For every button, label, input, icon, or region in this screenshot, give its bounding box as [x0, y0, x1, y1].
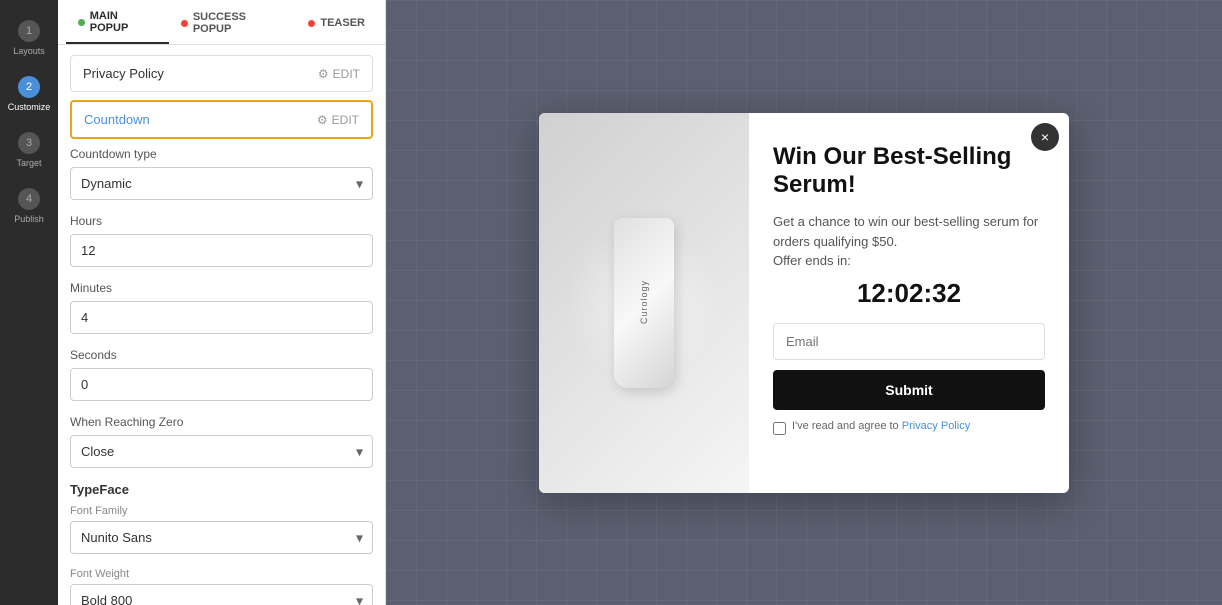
tab-success-popup[interactable]: SUCCESS POPUP [169, 0, 296, 44]
settings-panel: MAIN POPUP SUCCESS POPUP TEASER Privacy … [58, 0, 386, 605]
panel-content: Privacy Policy ⚙ EDIT Countdown ⚙ EDIT C… [58, 45, 385, 605]
countdown-edit-btn[interactable]: ⚙ EDIT [317, 113, 359, 127]
popup: × Curology Win Our Best-Selling Serum! G… [539, 113, 1069, 493]
minutes-label: Minutes [70, 281, 373, 295]
nav-label-layouts: Layouts [13, 46, 45, 56]
privacy-policy-label: Privacy Policy [83, 66, 164, 81]
typeface-section: TypeFace Font Family Nunito Sans Arial G… [70, 482, 373, 605]
tab-label-main: MAIN POPUP [90, 10, 157, 34]
when-reaching-zero-section: When Reaching Zero Close Reset Hide ▾ [70, 415, 373, 468]
minutes-input[interactable] [70, 301, 373, 334]
tab-bar: MAIN POPUP SUCCESS POPUP TEASER [58, 0, 385, 45]
countdown-type-select-wrapper: Dynamic Fixed Daily ▾ [70, 167, 373, 200]
nav-number-4: 4 [18, 188, 40, 210]
sidebar-nav: 1 Layouts 2 Customize 3 Target 4 Publish [0, 0, 58, 605]
hours-label: Hours [70, 214, 373, 228]
popup-privacy-checkbox[interactable] [773, 422, 786, 435]
sidebar-item-customize[interactable]: 2 Customize [0, 66, 58, 122]
list-item-countdown[interactable]: Countdown ⚙ EDIT [70, 100, 373, 139]
seconds-section: Seconds [70, 348, 373, 401]
tab-dot-teaser [308, 20, 315, 27]
nav-label-publish: Publish [14, 214, 44, 224]
typeface-heading: TypeFace [70, 482, 373, 497]
tab-teaser[interactable]: TEASER [296, 0, 377, 44]
font-family-select-wrapper: Nunito Sans Arial Georgia Roboto ▾ [70, 521, 373, 554]
when-reaching-zero-label: When Reaching Zero [70, 415, 373, 429]
sidebar-item-layouts[interactable]: 1 Layouts [0, 10, 58, 66]
sidebar-item-target[interactable]: 3 Target [0, 122, 58, 178]
popup-privacy-row: I've read and agree to Privacy Policy [773, 420, 1045, 435]
popup-content: Win Our Best-Selling Serum! Get a chance… [749, 113, 1069, 493]
seconds-input[interactable] [70, 368, 373, 401]
seconds-label: Seconds [70, 348, 373, 362]
font-weight-select[interactable]: Bold 800 Regular 400 Light 300 Bold 700 [70, 584, 373, 605]
hours-section: Hours [70, 214, 373, 267]
when-reaching-zero-select[interactable]: Close Reset Hide [70, 435, 373, 468]
minutes-section: Minutes [70, 281, 373, 334]
popup-offer-ends: Offer ends in: [773, 253, 1045, 268]
close-icon: × [1041, 129, 1049, 145]
font-weight-select-wrapper: Bold 800 Regular 400 Light 300 Bold 700 … [70, 584, 373, 605]
privacy-policy-edit-btn[interactable]: ⚙ EDIT [318, 67, 360, 81]
popup-privacy-text: I've read and agree to Privacy Policy [792, 420, 970, 432]
hours-input[interactable] [70, 234, 373, 267]
countdown-label: Countdown [84, 112, 150, 127]
tab-dot-main [78, 19, 85, 26]
popup-privacy-link[interactable]: Privacy Policy [902, 420, 970, 432]
popup-email-input[interactable] [773, 323, 1045, 360]
when-reaching-zero-select-wrapper: Close Reset Hide ▾ [70, 435, 373, 468]
tab-dot-success [181, 20, 188, 27]
tab-label-teaser: TEASER [320, 17, 365, 29]
font-family-section: Font Family Nunito Sans Arial Georgia Ro… [70, 505, 373, 554]
tab-main-popup[interactable]: MAIN POPUP [66, 0, 169, 44]
nav-label-target: Target [16, 158, 41, 168]
font-weight-label: Font Weight [70, 568, 373, 580]
font-weight-section: Font Weight Bold 800 Regular 400 Light 3… [70, 568, 373, 605]
gear-icon: ⚙ [318, 67, 329, 81]
nav-number-1: 1 [18, 20, 40, 42]
popup-submit-button[interactable]: Submit [773, 370, 1045, 410]
font-family-label: Font Family [70, 505, 373, 517]
product-bottle: Curology [614, 218, 674, 388]
product-name: Curology [639, 280, 649, 324]
popup-close-button[interactable]: × [1031, 123, 1059, 151]
popup-image-area: Curology [539, 113, 749, 493]
popup-title: Win Our Best-Selling Serum! [773, 143, 1045, 201]
gear-icon-countdown: ⚙ [317, 113, 328, 127]
nav-number-2: 2 [18, 76, 40, 98]
font-family-select[interactable]: Nunito Sans Arial Georgia Roboto [70, 521, 373, 554]
product-image: Curology [539, 113, 749, 493]
countdown-type-label: Countdown type [70, 147, 373, 161]
list-item-privacy-policy[interactable]: Privacy Policy ⚙ EDIT [70, 55, 373, 92]
sidebar-item-publish[interactable]: 4 Publish [0, 178, 58, 234]
popup-description: Get a chance to win our best-selling ser… [773, 212, 1045, 251]
tab-label-success: SUCCESS POPUP [193, 11, 285, 35]
countdown-type-section: Countdown type Dynamic Fixed Daily ▾ [70, 147, 373, 200]
popup-countdown: 12:02:32 [773, 278, 1045, 309]
nav-label-customize: Customize [8, 102, 51, 112]
canvas: × Curology Win Our Best-Selling Serum! G… [386, 0, 1222, 605]
nav-number-3: 3 [18, 132, 40, 154]
countdown-type-select[interactable]: Dynamic Fixed Daily [70, 167, 373, 200]
